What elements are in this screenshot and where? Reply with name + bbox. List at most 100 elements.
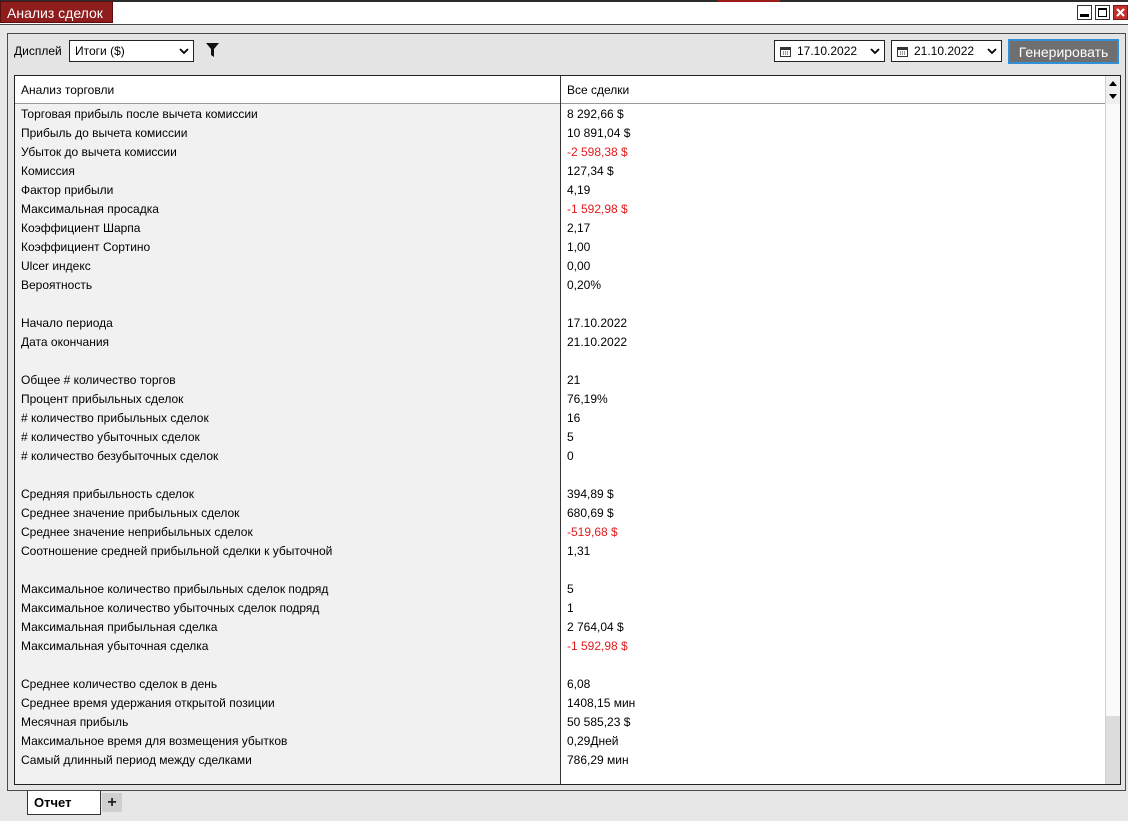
table-row[interactable]: Максимальное время для возмещения убытко… — [15, 731, 1105, 750]
metric-label: Максимальная убыточная сделка — [21, 639, 209, 653]
maximize-button[interactable] — [1095, 5, 1110, 20]
table-row[interactable]: Соотношение средней прибыльной сделки к … — [15, 541, 1105, 560]
metric-label: Среднее время удержания открытой позиции — [21, 696, 275, 710]
table-row[interactable]: Вероятность 0,20% — [15, 275, 1105, 294]
metric-value: 6,08 — [567, 677, 591, 691]
calendar-icon — [780, 46, 791, 57]
table-row[interactable] — [15, 560, 1105, 579]
metric-value: 0,29Дней — [567, 734, 619, 748]
metric-value: 50 585,23 $ — [567, 715, 631, 729]
display-select[interactable]: Итоги ($) — [69, 40, 194, 62]
column-header-analysis[interactable]: Анализ торговли — [21, 83, 114, 97]
filter-icon[interactable] — [206, 43, 219, 58]
table-row[interactable]: Максимальное количество убыточных сделок… — [15, 598, 1105, 617]
table-row[interactable]: Среднее значение прибыльных сделок 680,69… — [15, 503, 1105, 522]
window-title[interactable]: Анализ сделок — [0, 1, 113, 23]
metric-value: 394,89 $ — [567, 487, 614, 501]
metric-label: Максимальное время для возмещения убытко… — [21, 734, 288, 748]
table-row[interactable] — [15, 655, 1105, 674]
metric-value: 5 — [567, 430, 574, 444]
column-header-all-trades[interactable]: Все сделки — [567, 83, 629, 97]
metric-value: 4,19 — [567, 183, 591, 197]
table-row[interactable]: Комиссия 127,34 $ — [15, 161, 1105, 180]
top-strip: Анализ сделок — [0, 0, 1128, 24]
table-row[interactable]: Процент прибыльных сделок 76,19% — [15, 389, 1105, 408]
date-from-picker[interactable]: 17.10.2022 — [774, 40, 885, 62]
chevron-down-icon — [870, 48, 880, 55]
table-row[interactable]: Ulcer индекс 0,00 — [15, 256, 1105, 275]
report-panel: Дисплей Итоги ($) 17.10.2022 21.10.2022 — [7, 33, 1126, 791]
table-row[interactable]: # количество прибыльных сделок 16 — [15, 408, 1105, 427]
metric-label: Торговая прибыль после вычета комиссии — [21, 107, 258, 121]
table-row[interactable]: Убыток до вычета комиссии -2 598,38 $ — [15, 142, 1105, 161]
table-row[interactable]: Фактор прибыли 4,19 — [15, 180, 1105, 199]
table-row[interactable]: # количество убыточных сделок 5 — [15, 427, 1105, 446]
display-label: Дисплей — [14, 44, 62, 58]
metric-value: 127,34 $ — [567, 164, 614, 178]
metric-value: 1 — [567, 601, 574, 615]
metric-label: Соотношение средней прибыльной сделки к … — [21, 544, 333, 558]
scroll-track[interactable] — [1106, 104, 1120, 716]
table-row[interactable]: Максимальная прибыльная сделка 2 764,04 $ — [15, 617, 1105, 636]
scroll-thumb[interactable] — [1106, 716, 1120, 784]
table-row[interactable]: Максимальное количество прибыльных сдело… — [15, 579, 1105, 598]
metric-value: -1 592,98 $ — [567, 639, 628, 653]
table-row[interactable]: # количество безубыточных сделок 0 — [15, 446, 1105, 465]
metric-value: 1,31 — [567, 544, 591, 558]
close-button[interactable] — [1113, 5, 1128, 20]
active-window-indicator — [718, 0, 780, 2]
metric-value: -1 592,98 $ — [567, 202, 628, 216]
table-row[interactable] — [15, 465, 1105, 484]
table-row[interactable]: Коэффициент Сортино 1,00 — [15, 237, 1105, 256]
table-row[interactable]: Среднее значение неприбыльных сделок -519… — [15, 522, 1105, 541]
table-row[interactable]: Самый длинный период между сделками 786,2… — [15, 750, 1105, 769]
metric-value: 16 — [567, 411, 581, 425]
metric-label: Общее # количество торгов — [21, 373, 176, 387]
table-row[interactable]: Среднее количество сделок в день 6,08 — [15, 674, 1105, 693]
table-row[interactable]: Среднее время удержания открытой позиции… — [15, 693, 1105, 712]
table-row[interactable]: Месячная прибыль 50 585,23 $ — [15, 712, 1105, 731]
metric-label: Дата окончания — [21, 335, 110, 349]
metric-value: 10 891,04 $ — [567, 126, 631, 140]
analysis-table: Анализ торговли Все сделки Торговая приб… — [14, 75, 1121, 785]
table-row[interactable]: Дата окончания 21.10.2022 — [15, 332, 1105, 351]
metric-value: -519,68 $ — [567, 525, 618, 539]
add-tab-button[interactable]: + — [102, 793, 122, 812]
table-row[interactable]: Торговая прибыль после вычета комиссии 8 … — [15, 104, 1105, 123]
table-row[interactable] — [15, 351, 1105, 370]
chevron-down-icon — [987, 48, 997, 55]
table-row[interactable]: Максимальная просадка -1 592,98 $ — [15, 199, 1105, 218]
scroll-up-icon[interactable] — [1108, 79, 1118, 89]
metric-value: 680,69 $ — [567, 506, 614, 520]
date-to-value: 21.10.2022 — [914, 44, 975, 58]
metric-value: 1408,15 мин — [567, 696, 636, 710]
tab-report[interactable]: Отчет — [27, 791, 101, 815]
metric-label: Прибыль до вычета комиссии — [21, 126, 188, 140]
scroll-down-icon[interactable] — [1108, 91, 1118, 101]
minimize-button[interactable] — [1077, 5, 1092, 20]
metric-label: # количество убыточных сделок — [21, 430, 200, 444]
metric-label: Самый длинный период между сделками — [21, 753, 252, 767]
metric-value: 21.10.2022 — [567, 335, 628, 349]
table-row[interactable]: Прибыль до вычета комиссии 10 891,04 $ — [15, 123, 1105, 142]
metric-value: 0 — [567, 449, 574, 463]
table-row[interactable]: Средняя прибыльность сделок 394,89 $ — [15, 484, 1105, 503]
metric-label: Максимальная прибыльная сделка — [21, 620, 218, 634]
metric-label: Средняя прибыльность сделок — [21, 487, 195, 501]
metric-value: 0,00 — [567, 259, 591, 273]
table-row[interactable] — [15, 294, 1105, 313]
metric-label: Максимальное количество прибыльных сдело… — [21, 582, 329, 596]
metric-value: 76,19% — [567, 392, 608, 406]
table-row[interactable]: Общее # количество торгов 21 — [15, 370, 1105, 389]
vertical-scrollbar[interactable] — [1105, 76, 1120, 784]
metric-label: Комиссия — [21, 164, 75, 178]
table-row[interactable]: Начало периода 17.10.2022 — [15, 313, 1105, 332]
table-row[interactable]: Коэффициент Шарпа 2,17 — [15, 218, 1105, 237]
metric-label: Максимальная просадка — [21, 202, 159, 216]
maximize-icon — [1098, 8, 1107, 17]
table-row[interactable]: Максимальная убыточная сделка -1 592,98 $ — [15, 636, 1105, 655]
date-to-picker[interactable]: 21.10.2022 — [891, 40, 1002, 62]
metric-label: Среднее значение прибыльных сделок — [21, 506, 240, 520]
generate-button[interactable]: Генерировать — [1008, 39, 1119, 64]
metric-label: Максимальное количество убыточных сделок… — [21, 601, 320, 615]
